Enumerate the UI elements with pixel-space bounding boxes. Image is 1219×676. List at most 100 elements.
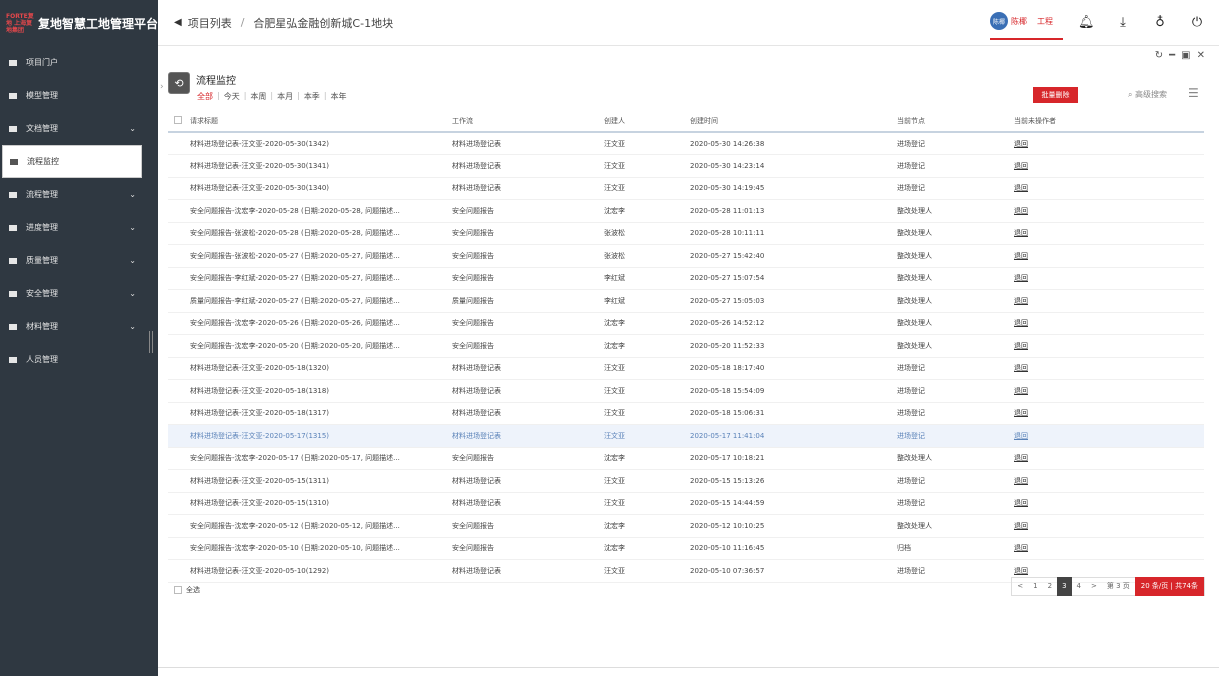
sidebar-item[interactable]: 项目门户: [0, 46, 158, 79]
back-arrow-icon[interactable]: ◀: [174, 17, 182, 28]
request-title-cell[interactable]: 材料进场登记表-汪文亚-2020-05-18(1320): [190, 357, 452, 380]
request-title-cell[interactable]: 安全问题报告-沈宏李-2020-05-12 (日期:2020-05-12, 问题…: [190, 514, 452, 538]
pending-operator-cell[interactable]: 退回: [1014, 447, 1204, 470]
table-row[interactable]: 安全问题报告-沈宏李-2020-05-20 (日期:2020-05-20, 问题…: [168, 334, 1204, 358]
refresh-icon[interactable]: ↻: [1155, 50, 1163, 61]
power-icon[interactable]: ⏻: [1189, 15, 1205, 31]
download-icon[interactable]: ⤓: [1115, 15, 1131, 31]
table-row[interactable]: 材料进场登记表-汪文亚-2020-05-30(1341) 材料进场登记表 汪文亚 20…: [168, 154, 1204, 178]
filter-tab[interactable]: 本年: [331, 91, 347, 102]
filter-tab[interactable]: 本季: [304, 91, 320, 102]
request-title-cell[interactable]: 安全问题报告-沈宏李-2020-05-26 (日期:2020-05-26, 问题…: [190, 312, 452, 335]
list-view-icon[interactable]: ☰: [1188, 86, 1199, 100]
table-row[interactable]: 安全问题报告-李红斌-2020-05-27 (日期:2020-05-27, 问题…: [168, 267, 1204, 290]
table-row[interactable]: 安全问题报告-沈宏李-2020-05-28 (日期:2020-05-28, 问题…: [168, 199, 1204, 223]
filter-tab[interactable]: 本周: [250, 91, 266, 102]
pending-operator-cell[interactable]: 退回: [1014, 154, 1204, 178]
request-title-cell[interactable]: 安全问题报告-李红斌-2020-05-27 (日期:2020-05-27, 问题…: [190, 267, 452, 290]
table-row[interactable]: 安全问题报告-沈宏李-2020-05-10 (日期:2020-05-10, 问题…: [168, 537, 1204, 560]
filter-tab[interactable]: 本月: [277, 91, 293, 102]
table-row[interactable]: 材料进场登记表-汪文亚-2020-05-30(1340) 材料进场登记表 汪文亚 20…: [168, 177, 1204, 200]
column-header[interactable]: 当前节点: [897, 110, 1014, 133]
brand-logo[interactable]: FORTE复地 上海复地集团 复地智慧工地管理平台: [0, 0, 158, 46]
request-title-cell[interactable]: 材料进场登记表-汪文亚-2020-05-30(1341): [190, 154, 452, 178]
pending-operator-cell[interactable]: 退回: [1014, 537, 1204, 560]
request-title-cell[interactable]: 安全问题报告-沈宏李-2020-05-28 (日期:2020-05-28, 问题…: [190, 199, 452, 223]
pending-operator-cell[interactable]: 退回: [1014, 379, 1204, 403]
request-title-cell[interactable]: 安全问题报告-沈宏李-2020-05-20 (日期:2020-05-20, 问题…: [190, 334, 452, 358]
pending-operator-cell[interactable]: 退回: [1014, 132, 1204, 155]
table-row[interactable]: 材料进场登记表-汪文亚-2020-05-18(1320) 材料进场登记表 汪文亚 20…: [168, 357, 1204, 380]
request-title-cell[interactable]: 材料进场登记表-汪文亚-2020-05-18(1317): [190, 402, 452, 425]
pending-operator-cell[interactable]: 退回: [1014, 334, 1204, 358]
next-page-button[interactable]: >: [1086, 577, 1102, 596]
column-header[interactable]: 请求标题: [190, 110, 452, 133]
pending-operator-cell[interactable]: 退回: [1014, 312, 1204, 335]
table-row[interactable]: 安全问题报告-沈宏李-2020-05-26 (日期:2020-05-26, 问题…: [168, 312, 1204, 335]
page-number-current[interactable]: 3: [1057, 577, 1072, 596]
table-row[interactable]: 安全问题报告-张波松-2020-05-27 (日期:2020-05-27, 问题…: [168, 244, 1204, 268]
column-header[interactable]: 创建时间: [690, 110, 897, 133]
sidebar-item[interactable]: 进度管理 ⌄: [0, 211, 158, 244]
pending-operator-cell[interactable]: 退回: [1014, 514, 1204, 538]
sidebar-item[interactable]: 人员管理: [0, 343, 158, 376]
maximize-icon[interactable]: ▣: [1181, 50, 1190, 61]
page-number[interactable]: 1: [1028, 577, 1042, 596]
table-row[interactable]: 安全问题报告-沈宏李-2020-05-17 (日期:2020-05-17, 问题…: [168, 447, 1204, 470]
lightbulb-icon[interactable]: ♁: [1152, 15, 1168, 31]
close-icon[interactable]: ✕: [1197, 50, 1205, 61]
table-row[interactable]: 材料进场登记表-汪文亚-2020-05-18(1317) 材料进场登记表 汪文亚 20…: [168, 402, 1204, 425]
pending-operator-cell[interactable]: 退回: [1014, 424, 1204, 448]
page-number[interactable]: 2: [1043, 577, 1057, 596]
request-title-cell[interactable]: 材料进场登记表-汪文亚-2020-05-30(1340): [190, 177, 452, 200]
table-row[interactable]: 安全问题报告-沈宏李-2020-05-12 (日期:2020-05-12, 问题…: [168, 514, 1204, 538]
prev-page-button[interactable]: <: [1012, 577, 1028, 596]
batch-delete-button[interactable]: 批量删除: [1033, 87, 1078, 103]
pending-operator-cell[interactable]: 退回: [1014, 177, 1204, 200]
page-number[interactable]: 4: [1072, 577, 1086, 596]
column-header[interactable]: 工作流: [452, 110, 604, 133]
filter-tab[interactable]: 全部: [197, 91, 213, 102]
pending-operator-cell[interactable]: 退回: [1014, 469, 1204, 493]
pending-operator-cell[interactable]: 退回: [1014, 402, 1204, 425]
sidebar-item[interactable]: 流程管理 ⌄: [0, 178, 158, 211]
table-row[interactable]: 材料进场登记表-汪文亚-2020-05-15(1311) 材料进场登记表 汪文亚 20…: [168, 469, 1204, 493]
table-row[interactable]: 安全问题报告-张波松-2020-05-28 (日期:2020-05-28, 问题…: [168, 222, 1204, 245]
page-size-select[interactable]: 20 条/页 | 共74条: [1134, 577, 1204, 596]
sidebar-item[interactable]: 质量管理 ⌄: [0, 244, 158, 277]
table-row[interactable]: 材料进场登记表-汪文亚-2020-05-17(1315) 材料进场登记表 汪文亚 20…: [168, 424, 1204, 448]
pending-operator-cell[interactable]: 退回: [1014, 222, 1204, 245]
request-title-cell[interactable]: 安全问题报告-沈宏李-2020-05-17 (日期:2020-05-17, 问题…: [190, 447, 452, 470]
request-title-cell[interactable]: 质量问题报告-李红斌-2020-05-27 (日期:2020-05-27, 问题…: [190, 289, 452, 313]
request-title-cell[interactable]: 安全问题报告-张波松-2020-05-28 (日期:2020-05-28, 问题…: [190, 222, 452, 245]
sidebar-item[interactable]: 文档管理 ⌄: [0, 112, 158, 145]
table-row[interactable]: 材料进场登记表-汪文亚-2020-05-18(1318) 材料进场登记表 汪文亚 20…: [168, 379, 1204, 403]
table-row[interactable]: 质量问题报告-李红斌-2020-05-27 (日期:2020-05-27, 问题…: [168, 289, 1204, 313]
table-row[interactable]: 材料进场登记表-汪文亚-2020-05-30(1342) 材料进场登记表 汪文亚 20…: [168, 132, 1204, 155]
filter-tab[interactable]: 今天: [224, 91, 240, 102]
sidebar-item[interactable]: 安全管理 ⌄: [0, 277, 158, 310]
pending-operator-cell[interactable]: 退回: [1014, 492, 1204, 515]
user-menu[interactable]: 陈椰 陈椰 工程: [990, 12, 1063, 40]
request-title-cell[interactable]: 材料进场登记表-汪文亚-2020-05-30(1342): [190, 132, 452, 155]
request-title-cell[interactable]: 材料进场登记表-汪文亚-2020-05-15(1311): [190, 469, 452, 493]
sidebar-item[interactable]: 流程监控: [2, 145, 142, 178]
request-title-cell[interactable]: 材料进场登记表-汪文亚-2020-05-18(1318): [190, 379, 452, 403]
sidebar-item[interactable]: 材料管理 ⌄: [0, 310, 158, 343]
panel-collapse-icon[interactable]: ›: [160, 82, 164, 92]
sidebar-item[interactable]: 模型管理: [0, 79, 158, 112]
column-header[interactable]: 创建人: [604, 110, 690, 133]
goto-page[interactable]: 第 3 页: [1102, 577, 1135, 596]
select-all-checkbox[interactable]: [174, 586, 182, 594]
column-header[interactable]: 当前未操作者: [1014, 110, 1204, 133]
request-title-cell[interactable]: 材料进场登记表-汪文亚-2020-05-10(1292): [190, 559, 452, 583]
pending-operator-cell[interactable]: 退回: [1014, 289, 1204, 313]
select-all[interactable]: 全选: [174, 585, 200, 595]
request-title-cell[interactable]: 材料进场登记表-汪文亚-2020-05-15(1310): [190, 492, 452, 515]
pending-operator-cell[interactable]: 退回: [1014, 267, 1204, 290]
pending-operator-cell[interactable]: 退回: [1014, 244, 1204, 268]
breadcrumb-project-list[interactable]: 项目列表: [188, 15, 232, 31]
header-checkbox[interactable]: [174, 115, 182, 124]
minimize-icon[interactable]: ━: [1169, 50, 1175, 61]
sidebar-resize-handle[interactable]: [149, 331, 153, 353]
